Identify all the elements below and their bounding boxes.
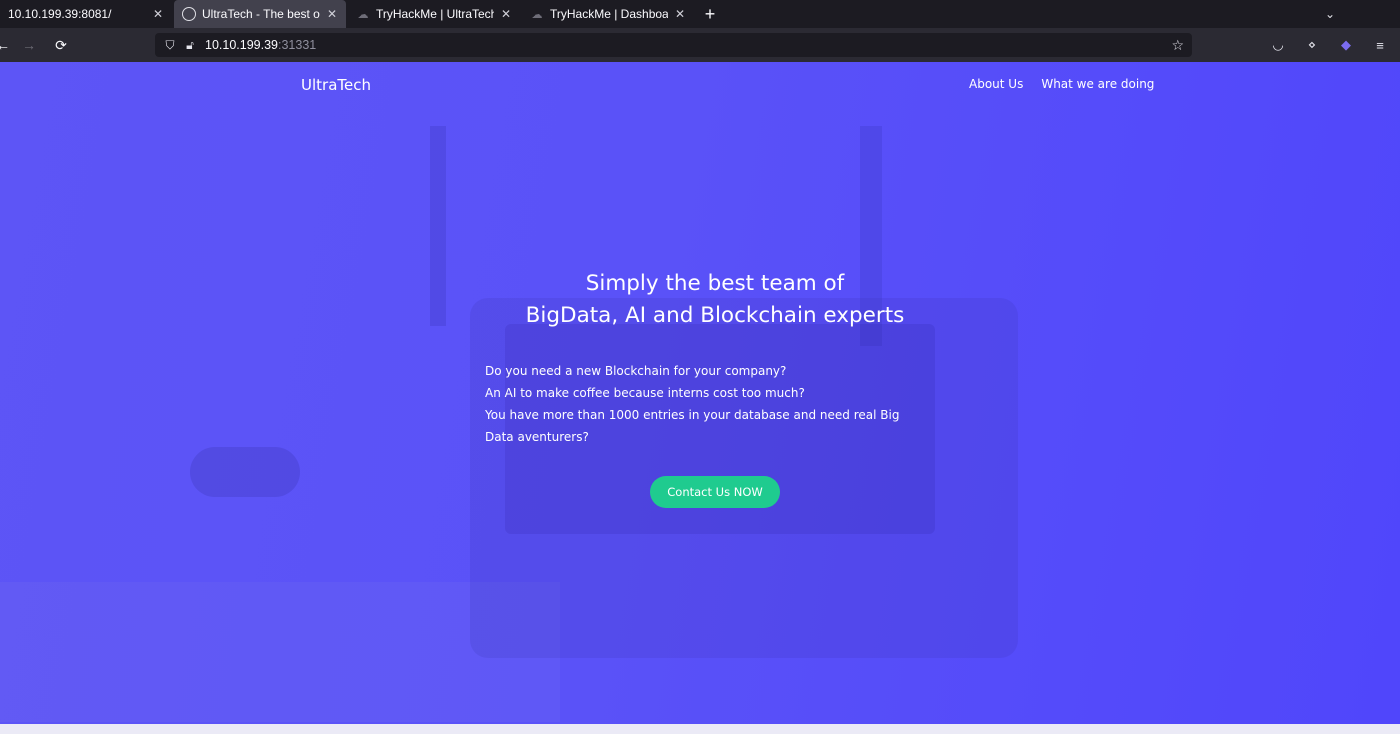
url-host: 10.10.199.39 <box>205 38 278 52</box>
background-image <box>0 582 560 722</box>
bookmark-star-icon[interactable]: ☆ <box>1171 37 1184 54</box>
lock-icon[interactable]: 🔓︎ <box>181 38 199 53</box>
tab-title: UltraTech - The best of t <box>202 7 320 21</box>
page-bottom-edge <box>0 724 1400 734</box>
tab-2[interactable]: UltraTech - The best of t ✕ <box>174 0 346 28</box>
address-bar[interactable]: ⛉ 🔓︎ 10.10.199.39:31331 ☆ <box>155 33 1192 57</box>
hero-title-line-1: Simply the best team of <box>585 271 845 296</box>
tab-title: TryHackMe | UltraTech <box>376 7 494 21</box>
account-icon[interactable]: ◆ <box>1334 33 1358 57</box>
contact-us-button[interactable]: Contact Us NOW <box>650 476 780 508</box>
hero-title: Simply the best team of BigData, AI and … <box>0 268 1400 332</box>
cloud-icon: ☁ <box>531 8 543 21</box>
reload-button[interactable]: ⟳ <box>48 32 74 58</box>
tab-strip: 10.10.199.39:8081/ ✕ UltraTech - The bes… <box>0 0 1400 28</box>
globe-icon <box>182 7 196 21</box>
hero-line: An AI to make coffee because interns cos… <box>485 386 805 400</box>
close-icon[interactable]: ✕ <box>498 6 514 22</box>
hero-title-line-2: BigData, AI and Blockchain experts <box>525 303 905 328</box>
forward-button[interactable]: → <box>16 32 42 58</box>
shield-icon[interactable]: ⛉ <box>161 38 179 53</box>
nav-what-we-are-doing[interactable]: What we are doing <box>1041 77 1154 91</box>
background-image <box>190 447 300 497</box>
site-nav: About Us What we are doing <box>969 77 1154 91</box>
hero-description: Do you need a new Blockchain for your co… <box>485 360 905 448</box>
tab-4[interactable]: ☁ TryHackMe | Dashboard ✕ <box>522 0 694 28</box>
tab-title: 10.10.199.39:8081/ <box>8 7 112 21</box>
tab-1[interactable]: 10.10.199.39:8081/ ✕ <box>0 0 172 28</box>
cloud-icon: ☁ <box>357 8 369 21</box>
tab-3[interactable]: ☁ TryHackMe | UltraTech ✕ <box>348 0 520 28</box>
extensions-icon[interactable]: ⋄ <box>1300 33 1324 57</box>
nav-about-us[interactable]: About Us <box>969 77 1023 91</box>
chevron-down-icon[interactable]: ⌄ <box>1320 4 1340 24</box>
menu-icon[interactable]: ≡ <box>1368 33 1392 57</box>
tab-title: TryHackMe | Dashboard <box>550 7 668 21</box>
url-port: :31331 <box>278 38 317 52</box>
hero-line: You have more than 1000 entries in your … <box>485 408 900 444</box>
pocket-icon[interactable]: ◡ <box>1266 33 1290 57</box>
new-tab-button[interactable]: + <box>696 0 724 28</box>
site-logo[interactable]: UltraTech <box>301 76 371 94</box>
browser-toolbar: ← → ⟳ ⛉ 🔓︎ 10.10.199.39:31331 ☆ ◡ ⋄ ◆ ≡ <box>0 28 1400 62</box>
page-viewport: UltraTech About Us What we are doing Sim… <box>0 62 1400 724</box>
back-button[interactable]: ← <box>0 32 10 58</box>
close-icon[interactable]: ✕ <box>324 6 340 22</box>
close-icon[interactable]: ✕ <box>150 6 166 22</box>
close-icon[interactable]: ✕ <box>672 6 688 22</box>
hero-line: Do you need a new Blockchain for your co… <box>485 364 787 378</box>
